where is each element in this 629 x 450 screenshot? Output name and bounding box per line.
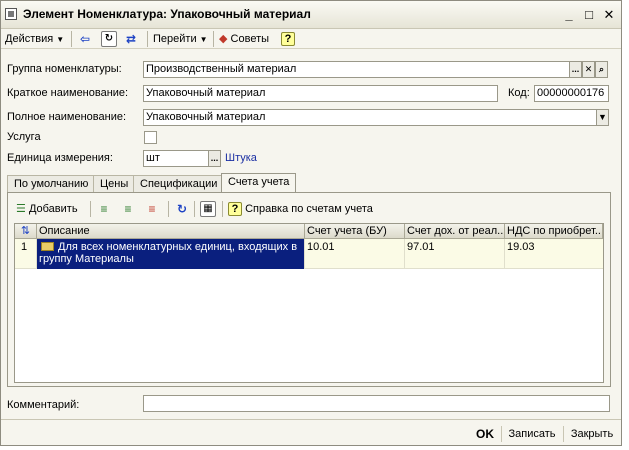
column-vat[interactable]: НДС по приобрет... (505, 224, 603, 239)
unit-label: Единица измерения: (7, 152, 113, 164)
window-icon (5, 8, 17, 20)
button-divider (501, 426, 502, 442)
tab-specifications[interactable]: Спецификации (133, 175, 225, 193)
column-description[interactable]: Описание (37, 224, 305, 239)
tips-button[interactable]: ◆ Советы (219, 31, 269, 47)
transfer-icon[interactable]: ⇄ (123, 31, 139, 47)
close-window-button[interactable]: ✕ (601, 7, 617, 23)
back-arrow-icon[interactable]: ⇦ (77, 31, 93, 47)
unit-field[interactable]: шт (143, 150, 209, 167)
sort-icon: ⇅ (20, 225, 31, 237)
toolbar-divider (147, 31, 148, 47)
full-name-dropdown-icon[interactable]: ▼ (596, 109, 609, 126)
table-header: ⇅ Описание Счет учета (БУ) Счет дох. от … (15, 224, 603, 239)
group-clear-button[interactable]: ✕ (582, 61, 595, 78)
row-number-header[interactable]: ⇅ (15, 224, 37, 239)
group-field[interactable]: Производственный материал (143, 61, 570, 78)
tab-accounts[interactable]: Счета учета (221, 173, 297, 193)
accounts-panel: ☰ Добавить ≡ ≡ ≡ ↻ ▦ ? Справка по счетам… (7, 192, 611, 387)
short-name-label: Краткое наименование: (7, 87, 129, 99)
ok-button[interactable]: OK (471, 425, 499, 443)
full-name-label: Полное наименование: (7, 111, 127, 123)
column-account[interactable]: Счет учета (БУ) (305, 224, 405, 239)
add-row-icon: ☰ (16, 203, 26, 215)
short-name-field[interactable]: Упаковочный материал (143, 85, 498, 102)
item-window: Элемент Номенклатура: Упаковочный матери… (0, 0, 622, 446)
edit-row-icon[interactable]: ≡ (120, 201, 136, 217)
accounts-help-button[interactable]: ? Справка по счетам учета (228, 201, 373, 217)
help-button[interactable]: ? (281, 31, 295, 47)
toolbar-divider (222, 201, 223, 217)
tab-prices[interactable]: Цены (93, 175, 136, 193)
row-account[interactable]: 10.01 (305, 239, 405, 269)
group-open-icon[interactable]: ⌕ (595, 61, 608, 78)
toolbar-divider (71, 31, 72, 47)
panel-toolbar: ☰ Добавить ≡ ≡ ≡ ↻ ▦ ? Справка по счетам… (12, 201, 602, 219)
save-button[interactable]: Записать (505, 425, 559, 443)
unit-select-button[interactable]: ... (208, 150, 221, 167)
help-icon: ? (281, 32, 295, 46)
comment-label: Комментарий: (7, 399, 80, 411)
toolbar-divider (168, 201, 169, 217)
goto-menu[interactable]: Перейти ▼ (153, 31, 208, 47)
row-income[interactable]: 97.01 (405, 239, 505, 269)
actions-menu[interactable]: Действия ▼ (5, 31, 64, 47)
code-label: Код: (508, 87, 530, 99)
accounts-help-label: Справка по счетам учета (245, 203, 373, 215)
tab-defaults[interactable]: По умолчанию (7, 175, 96, 193)
full-name-field[interactable]: Упаковочный материал (143, 109, 597, 126)
tips-icon: ◆ (219, 33, 228, 45)
button-divider (563, 426, 564, 442)
accounts-table[interactable]: ⇅ Описание Счет учета (БУ) Счет дох. от … (14, 223, 604, 383)
close-button[interactable]: Закрыть (567, 425, 617, 443)
row-vat[interactable]: 19.03 (505, 239, 603, 269)
add-button[interactable]: ☰ Добавить (16, 201, 78, 217)
chevron-down-icon: ▼ (56, 35, 65, 44)
add-button-label: Добавить (28, 203, 78, 215)
refresh-icon[interactable]: ↻ (101, 31, 117, 47)
table-row[interactable]: 1 Для всех номенклатурных единиц, входящ… (15, 239, 603, 269)
goto-menu-label: Перейти (153, 33, 197, 45)
refresh-list-icon[interactable]: ↻ (174, 201, 190, 217)
folder-icon (41, 242, 54, 251)
main-toolbar: Действия ▼ ⇦ ↻ ⇄ Перейти ▼ ◆ Советы ? (1, 29, 621, 49)
unit-link[interactable]: Штука (225, 150, 257, 166)
minimize-button[interactable]: _ (561, 7, 577, 23)
toolbar-divider (213, 31, 214, 47)
window-title: Элемент Номенклатура: Упаковочный матери… (23, 7, 311, 21)
title-bar[interactable]: Элемент Номенклатура: Упаковочный матери… (1, 1, 621, 29)
comment-field[interactable] (143, 395, 610, 412)
row-description-text: Для всех номенклатурных единиц, входящих… (39, 241, 298, 265)
group-label: Группа номенклатуры: (7, 63, 122, 75)
service-checkbox[interactable] (144, 131, 157, 144)
group-select-button[interactable]: ... (569, 61, 582, 78)
toolbar-divider (194, 201, 195, 217)
actions-menu-label: Действия (5, 33, 54, 45)
code-field[interactable]: 00000000176 (534, 85, 609, 102)
column-income[interactable]: Счет дох. от реал... (405, 224, 505, 239)
bottom-divider (1, 419, 621, 420)
tips-label: Советы (230, 33, 270, 45)
delete-row-icon[interactable]: ≡ (144, 201, 160, 217)
filter-icon[interactable]: ▦ (200, 201, 216, 217)
copy-row-icon[interactable]: ≡ (96, 201, 112, 217)
row-number: 1 (15, 239, 37, 269)
maximize-button[interactable]: □ (581, 7, 597, 23)
help-icon: ? (228, 202, 242, 216)
chevron-down-icon: ▼ (199, 35, 208, 44)
row-description[interactable]: Для всех номенклатурных единиц, входящих… (37, 239, 305, 269)
toolbar-divider (90, 201, 91, 217)
service-label: Услуга (7, 131, 41, 143)
